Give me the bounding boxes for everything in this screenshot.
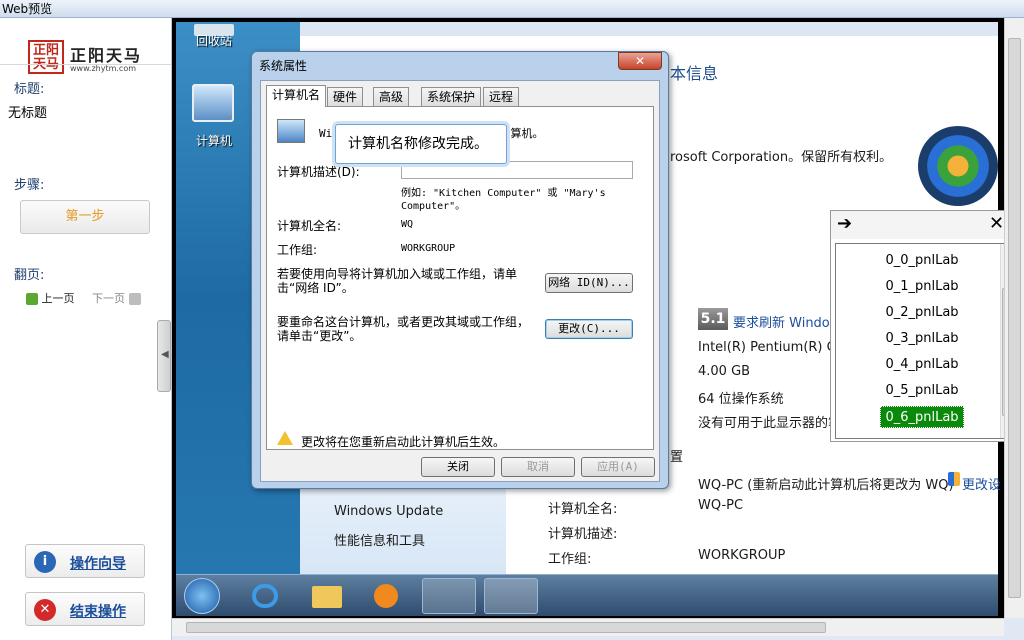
guide-button[interactable]: i 操作向导 (25, 544, 145, 578)
warning-icon (277, 431, 293, 445)
window-title: Web预览 (2, 2, 53, 16)
list-item[interactable]: 0_2_pnlLab (880, 302, 964, 324)
start-button-icon[interactable] (184, 578, 220, 614)
element-list-window: ➔ ✕ 0_0_pnlLab 0_1_pnlLab 0_2_pnlLab 0_3… (830, 210, 1018, 442)
cancel-button[interactable]: 取消 (501, 457, 575, 477)
stop-icon: ✕ (34, 599, 56, 621)
horizontal-scrollbar[interactable] (172, 618, 1004, 636)
warning-text: 更改将在您重新启动此计算机后生效。 (301, 435, 506, 449)
cp-workgroup-label: 工作组: (548, 552, 592, 567)
desc-label: 计算机描述(D): (277, 165, 360, 179)
list-item[interactable]: 0_3_pnlLab (880, 328, 964, 350)
cp-copyright: rosoft Corporation。保留所有权利。 (670, 150, 893, 165)
list-item-selected[interactable]: 0_6_pnlLab (880, 406, 964, 428)
fullname-value: WQ (401, 219, 414, 230)
workgroup-label: 工作组: (277, 243, 318, 257)
cp-heading: 本信息 (670, 64, 719, 83)
computer-label: 计算机 (196, 134, 233, 148)
dialog-close-button[interactable]: ✕ (618, 52, 662, 70)
title-value: 无标题 (8, 106, 48, 121)
next-page-button[interactable]: 下一页 (92, 290, 141, 306)
tab-advanced[interactable]: 高级 (373, 87, 410, 107)
logo-mark-icon: 正阳 天马 (28, 40, 64, 74)
v-scroll-thumb[interactable] (1008, 38, 1021, 598)
system-properties-dialog: 系统属性 ✕ 计算机名 硬件 高级 系统保护 远程 Win 使用以下信息在网络上… (251, 51, 669, 489)
taskbar (176, 574, 998, 616)
paging-label: 翻页: (14, 268, 45, 283)
list-item[interactable]: 0_1_pnlLab (880, 276, 964, 298)
list-item[interactable]: 0_0_pnlLab (880, 250, 964, 272)
windows-update-link[interactable]: Windows Update (334, 504, 443, 519)
recycle-bin-label: 回收站 (196, 34, 233, 48)
title-label: 标题: (14, 82, 45, 97)
logo: 正阳 天马 正阳天马 www.zhytm.com (28, 40, 148, 80)
workgroup-value: WORKGROUP (401, 243, 456, 254)
change-settings-link[interactable]: 更改设 (962, 474, 1001, 493)
cp-full-name-value: WQ-PC (698, 498, 744, 513)
tab-computer-name[interactable]: 计算机名 (266, 85, 327, 107)
control-panel-task-icon[interactable] (422, 578, 476, 614)
element-list-header: ➔ ✕ (831, 211, 1017, 239)
tab-hardware[interactable]: 硬件 (327, 87, 364, 107)
left-panel: 正阳 天马 正阳天马 www.zhytm.com 标题: 无标题 步骤: 第一步 … (0, 18, 172, 640)
cp-full-name-label: 计算机全名: (548, 502, 618, 517)
control-panel-toolbar (300, 22, 998, 36)
computer-small-icon (277, 119, 305, 143)
windows-logo-icon (918, 126, 998, 206)
arrow-right-icon[interactable]: ➔ (837, 213, 852, 234)
ram-value: 4.00 GB (698, 364, 751, 379)
h-scroll-thumb[interactable] (186, 622, 826, 633)
logo-name: 正阳天马 (70, 46, 143, 65)
steps-label: 步骤: (14, 178, 45, 193)
system-props-task-icon[interactable] (484, 578, 538, 614)
prev-arrow-icon (26, 293, 38, 305)
explorer-icon[interactable] (300, 578, 354, 614)
ie-icon[interactable] (238, 578, 292, 614)
logo-url: www.zhytm.com (70, 64, 136, 73)
tab-system-protection[interactable]: 系统保护 (421, 87, 482, 107)
computer-name-value: WQ-PC (重新启动此计算机后将更改为 WQ) (698, 478, 954, 493)
prev-label: 上一页 (41, 292, 75, 305)
apply-button[interactable]: 应用(A) (581, 457, 655, 477)
prev-page-button[interactable]: 上一页 (26, 290, 75, 306)
list-item[interactable]: 0_4_pnlLab (880, 354, 964, 376)
os-type-value: 64 位操作系统 (698, 392, 784, 407)
rename-text: 要重命名这台计算机，或者更改其域或工作组，请单击“更改”。 (277, 315, 530, 343)
guide-label: 操作向导 (70, 556, 126, 572)
tab-remote[interactable]: 远程 (483, 87, 520, 107)
cp-workgroup-value: WORKGROUP (698, 548, 786, 563)
pen-value: 没有可用于此显示器的笔 (698, 416, 842, 431)
end-label: 结束操作 (70, 604, 126, 620)
score-badge: 5.1 (698, 308, 728, 330)
divider (0, 64, 171, 65)
status-tooltip: 计算机名称修改完成。 (335, 124, 507, 164)
fullname-label: 计算机全名: (277, 219, 342, 233)
cp-desc-label: 计算机描述: (548, 527, 618, 542)
window-titlebar: Web预览 (0, 0, 1024, 18)
cp-settings-partial: 置 (670, 450, 684, 465)
info-icon: i (34, 551, 56, 573)
next-arrow-icon (128, 293, 141, 305)
collapse-arrow-icon: ◀ (161, 349, 169, 360)
vertical-scrollbar[interactable] (1004, 18, 1024, 618)
performance-link[interactable]: 性能信息和工具 (334, 530, 425, 549)
computer-icon[interactable] (192, 84, 234, 122)
close-button[interactable]: 关闭 (421, 457, 495, 477)
shield-icon (948, 472, 960, 486)
element-list: 0_0_pnlLab 0_1_pnlLab 0_2_pnlLab 0_3_pnl… (835, 243, 1013, 439)
wizard-text: 若要使用向导将计算机加入域或工作组，请单击“网络 ID”。 (277, 267, 518, 295)
media-player-icon[interactable] (360, 578, 414, 614)
panel-splitter[interactable]: ◀ (157, 320, 171, 392)
list-item[interactable]: 0_5_pnlLab (880, 380, 964, 402)
step1-button[interactable]: 第一步 (20, 200, 150, 234)
next-label: 下一页 (92, 292, 125, 305)
dialog-title: 系统属性 (259, 59, 308, 73)
end-button[interactable]: ✕ 结束操作 (25, 592, 145, 626)
network-id-button[interactable]: 网络 ID(N)... (545, 273, 633, 293)
change-button[interactable]: 更改(C)... (545, 319, 633, 339)
close-icon[interactable]: ✕ (989, 213, 1004, 234)
example-text: 例如: "Kitchen Computer" 或 "Mary's Compute… (401, 188, 606, 212)
